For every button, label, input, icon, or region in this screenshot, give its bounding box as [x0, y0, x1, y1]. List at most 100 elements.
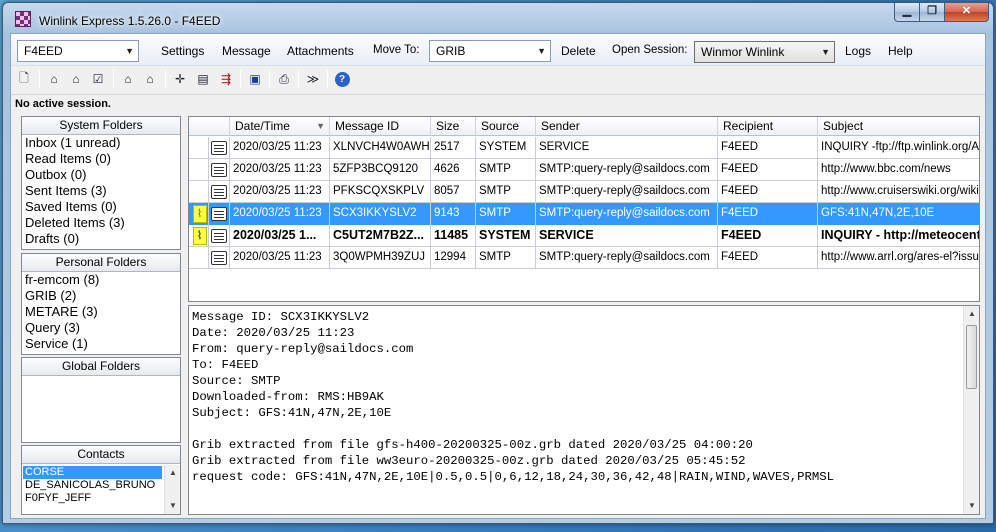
folder-item[interactable]: Read Items (0) [22, 151, 180, 167]
menu-delete[interactable]: Delete [561, 44, 596, 58]
message-type-cell [209, 137, 230, 159]
scroll-thumb[interactable] [966, 325, 977, 389]
cell-message-id: XLNVCH4W0AWH [330, 137, 431, 159]
table-row[interactable]: 2020/03/25 11:23 5ZFP3BCQ9120 4626 SMTP SMTP… [189, 159, 979, 181]
preview-scrollbar[interactable]: ▲ ▼ [963, 306, 979, 514]
cell-source: SMTP [476, 181, 536, 203]
folder-item[interactable]: Outbox (0) [22, 167, 180, 183]
save-icon[interactable]: ▣ [246, 70, 264, 88]
move-to-value: GRIB [436, 44, 466, 58]
open-session-label: Open Session: [612, 44, 688, 56]
open-session-value: Winmor Winlink [701, 45, 785, 59]
cell-recipient: F4EED [718, 181, 818, 203]
scroll-down-icon[interactable]: ▼ [165, 498, 181, 514]
help-icon[interactable]: ? [333, 70, 351, 88]
table-row[interactable]: ⌇ 2020/03/25 11:23 SCX3IKKYSLV2 9143 SMTP SMT… [189, 203, 979, 225]
forward-icon[interactable]: ⇶ [217, 70, 235, 88]
chevron-down-icon: ▼ [537, 46, 546, 56]
message-icon [211, 185, 227, 199]
column-message-id[interactable]: Message ID [330, 117, 431, 136]
system-folders-list: Inbox (1 unread) Read Items (0) Outbox (0)… [22, 135, 180, 247]
cell-message-id: 5ZFP3BCQ9120 [330, 159, 431, 181]
global-folders-panel: Global Folders [21, 357, 181, 443]
folder-item[interactable]: Deleted Items (3) [22, 215, 180, 231]
message-icon [211, 229, 227, 243]
cell-source: SMTP [476, 247, 536, 269]
contacts-list: CORSE DE_SANICOLAS_BRUNO F0FYF_JEFF [22, 464, 180, 505]
column-sender[interactable]: Sender [536, 117, 718, 136]
menu-settings[interactable]: Settings [161, 44, 204, 58]
cell-message-id: 3Q0WPMH39ZUJ [330, 247, 431, 269]
folder-item[interactable]: fr-emcom (8) [22, 272, 180, 288]
window-title: Winlink Express 1.5.26.0 - F4EED [39, 14, 221, 28]
menu-help[interactable]: Help [888, 44, 913, 58]
window-controls: ▁ ❐ ✕ [894, 3, 989, 23]
scroll-up-icon[interactable]: ▲ [165, 465, 181, 481]
folder-item[interactable]: Inbox (1 unread) [22, 135, 180, 151]
column-source[interactable]: Source [476, 117, 536, 136]
table-row[interactable]: 2020/03/25 11:23 XLNVCH4W0AWH 2517 SYSTEM SE… [189, 137, 979, 159]
column-recipient[interactable]: Recipient [718, 117, 818, 136]
folder-item[interactable]: METARE (3) [22, 304, 180, 320]
column-subject[interactable]: Subject [818, 117, 979, 136]
scroll-up-icon[interactable]: ▲ [964, 306, 979, 322]
attach-multi-icon[interactable]: ⌂ [67, 70, 85, 88]
move-to-label: Move To: [373, 44, 420, 56]
check-icon[interactable]: ☑ [89, 70, 107, 88]
new-message-icon[interactable]: 🗋 [15, 70, 33, 88]
folder-item[interactable]: Saved Items (0) [22, 199, 180, 215]
message-type-cell [209, 225, 230, 247]
column-size[interactable]: Size [431, 117, 476, 136]
column-icons [189, 117, 230, 136]
message-type-cell [209, 181, 230, 203]
printer-icon[interactable]: ⎙ [275, 70, 293, 88]
move-to-select[interactable]: GRIB ▼ [429, 40, 551, 62]
folder-item[interactable]: GRIB (2) [22, 288, 180, 304]
callsign-select[interactable]: F4EED ▼ [17, 40, 139, 62]
toolbar: 🗋 ⌂ ⌂ ☑ ⌂ ⌂ ✛ ▤ ⇶ ▣ ⎙ ≫ ? [11, 67, 985, 92]
table-row[interactable]: 2020/03/25 11:23 PFKSCQXSKPLV 8057 SMTP SMTP… [189, 181, 979, 203]
print-preview-icon[interactable]: ⌂ [119, 70, 137, 88]
print-icon[interactable]: ⌂ [141, 70, 159, 88]
cell-recipient: F4EED [718, 159, 818, 181]
attachment-cell [189, 247, 209, 269]
minimize-button[interactable]: ▁ [894, 3, 920, 22]
app-window: Winlink Express 1.5.26.0 - F4EED ▁ ❐ ✕ F… [2, 2, 994, 524]
attach-icon[interactable]: ⌂ [45, 70, 63, 88]
attachment-cell: ⌇ [189, 225, 209, 247]
folder-item[interactable]: Service (1) [22, 336, 180, 352]
column-date[interactable]: Date/Time ▼ [230, 117, 330, 136]
crosshair-icon[interactable]: ✛ [171, 70, 189, 88]
document-icon[interactable]: ▤ [194, 70, 212, 88]
maximize-button[interactable]: ❐ [920, 3, 945, 22]
personal-folders-list: fr-emcom (8) GRIB (2) METARE (3) Query (3) S… [22, 272, 180, 352]
contacts-scrollbar[interactable]: ▲ ▼ [164, 465, 180, 514]
cell-date: 2020/03/25 11:23 [230, 247, 330, 269]
column-date-label: Date/Time [235, 119, 290, 133]
open-session-select[interactable]: Winmor Winlink ▼ [694, 41, 835, 63]
scroll-down-icon[interactable]: ▼ [964, 498, 979, 514]
table-row[interactable]: ⌇ 2020/03/25 1... C5UT2M7B2Z... 11485 SYSTEM… [189, 225, 979, 247]
chevron-down-icon: ▼ [125, 46, 134, 56]
table-row[interactable]: 2020/03/25 11:23 3Q0WPMH39ZUJ 12994 SMTP SMT… [189, 247, 979, 269]
menu-logs[interactable]: Logs [845, 44, 871, 58]
cell-size: 9143 [431, 203, 476, 225]
cell-size: 12994 [431, 247, 476, 269]
message-type-cell [209, 159, 230, 181]
close-button[interactable]: ✕ [945, 3, 989, 22]
menu-message[interactable]: Message [222, 44, 271, 58]
cell-date: 2020/03/25 11:23 [230, 203, 330, 225]
title-bar[interactable]: Winlink Express 1.5.26.0 - F4EED ▁ ❐ ✕ [3, 3, 993, 33]
contact-item[interactable]: CORSE [23, 466, 162, 479]
menu-bar: F4EED ▼ Settings Message Attachments Mov… [11, 34, 985, 66]
contact-item[interactable]: F0FYF_JEFF [23, 492, 162, 505]
contact-item[interactable]: DE_SANICOLAS_BRUNO [23, 479, 162, 492]
folder-item[interactable]: Sent Items (3) [22, 183, 180, 199]
cell-source: SMTP [476, 159, 536, 181]
attachment-cell: ⌇ [189, 203, 209, 225]
send-receive-icon[interactable]: ≫ [304, 70, 322, 88]
contacts-header: Contacts [22, 446, 180, 464]
menu-attachments[interactable]: Attachments [287, 44, 354, 58]
folder-item[interactable]: Drafts (0) [22, 231, 180, 247]
folder-item[interactable]: Query (3) [22, 320, 180, 336]
